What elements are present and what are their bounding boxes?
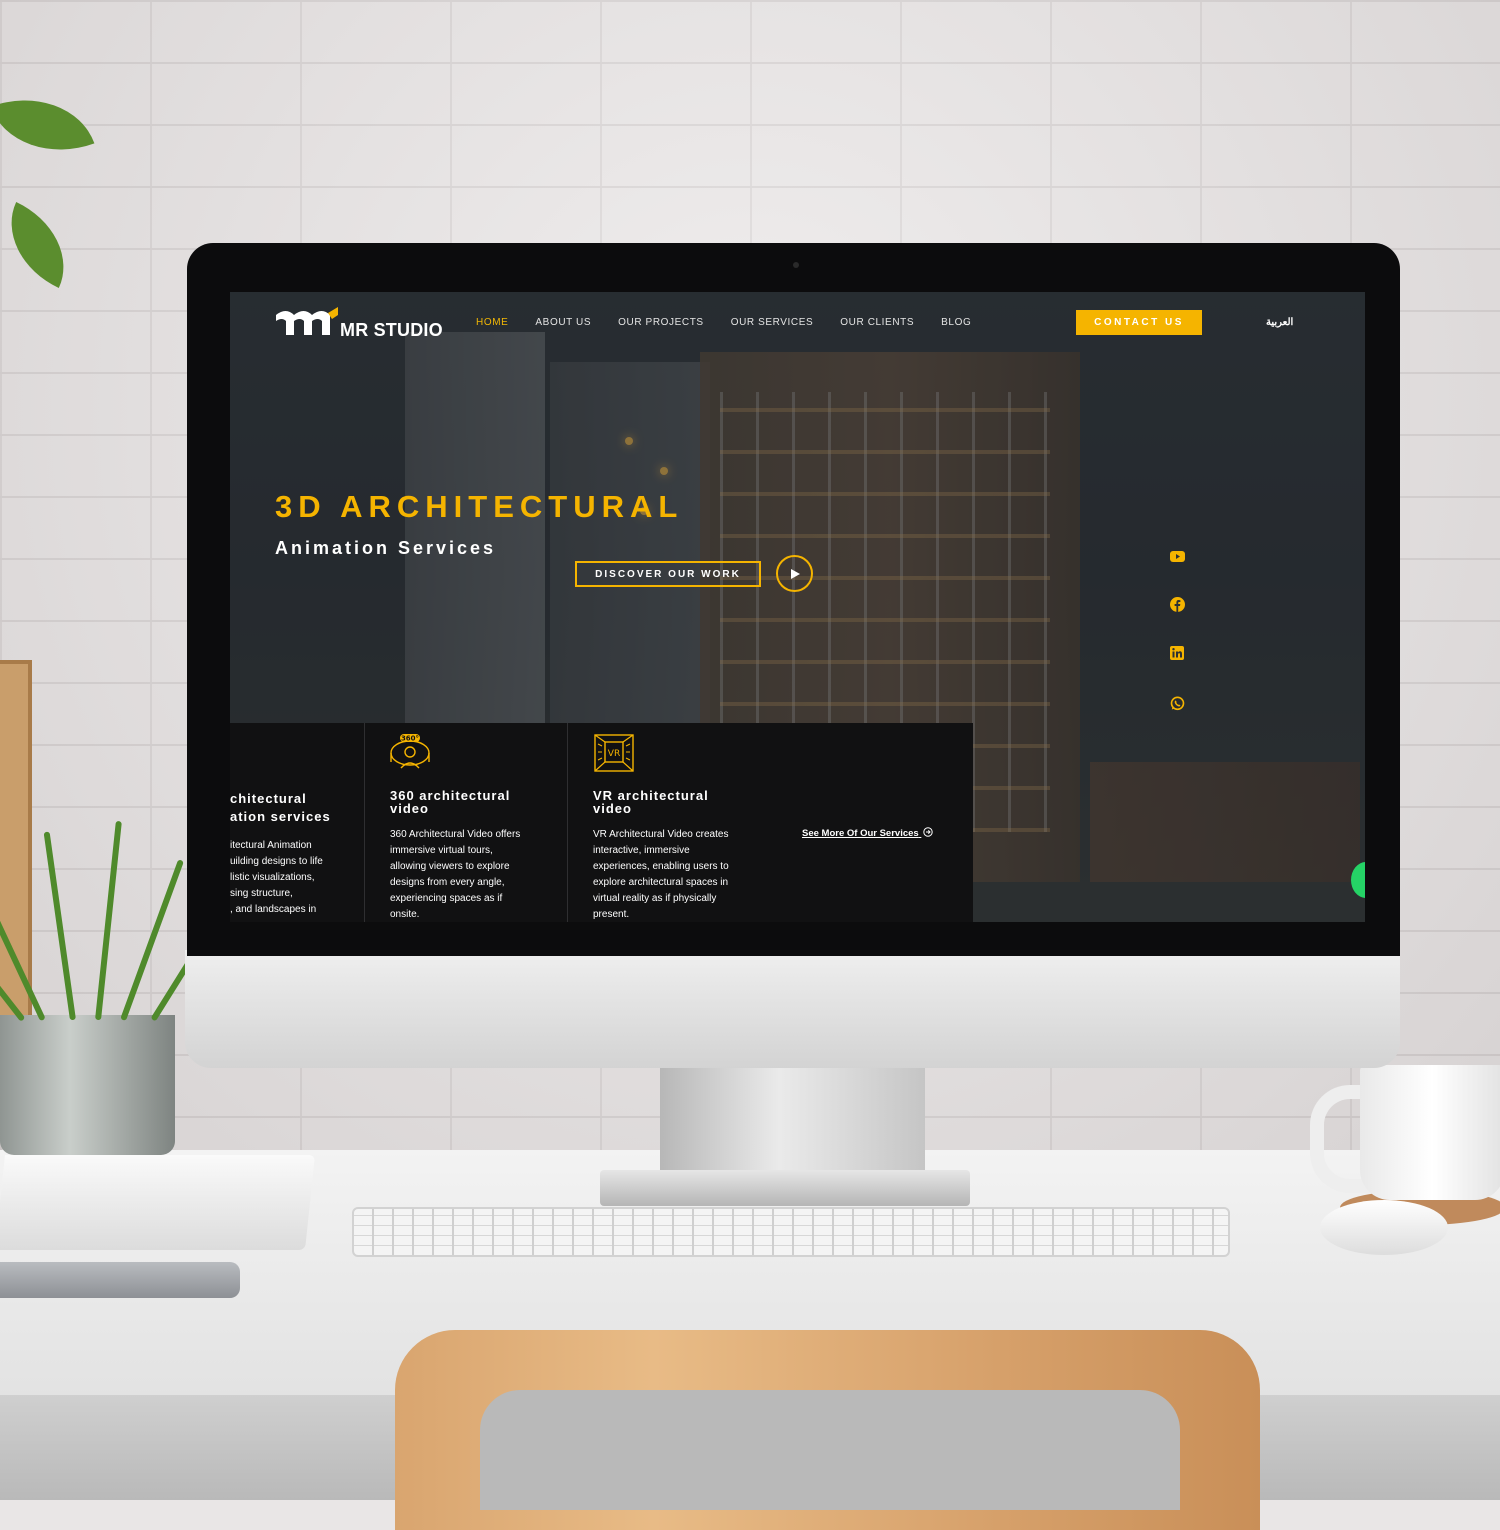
service-description-line: allowing viewers to explore [390, 861, 510, 872]
service-description: itectural Animation uilding designs to l… [230, 838, 323, 918]
website-screen: MR STUDIO HOME ABOUT US OUR PROJECTS OUR… [230, 292, 1365, 922]
picture-frame [0, 660, 32, 1028]
keyboard [352, 1207, 1230, 1257]
service-description: 360 Architectural Video offers immersive… [390, 827, 520, 922]
play-video-button[interactable] [776, 555, 813, 592]
nav-our-services[interactable]: OUR SERVICES [731, 317, 814, 328]
service-description-line: experiencing spaces as if [390, 893, 503, 904]
service-description-line: VR Architectural Video creates [593, 829, 729, 840]
service-title-line: video [390, 801, 429, 816]
service-description-line: itectural Animation [230, 840, 312, 851]
nav-home[interactable]: HOME [476, 317, 508, 328]
papers-stack [0, 1155, 315, 1250]
nav-our-clients[interactable]: OUR CLIENTS [840, 317, 914, 328]
service-description-line: designs from every angle, [390, 877, 505, 888]
service-description-line: 360 Architectural Video offers [390, 829, 521, 840]
play-icon [790, 568, 800, 579]
whatsapp-icon[interactable] [1169, 695, 1185, 711]
logo-mark-icon [276, 307, 338, 335]
service-title: VR architectural video [593, 789, 709, 815]
service-description-line: experiences, enabling users to [593, 861, 729, 872]
vr-icon: VR [594, 734, 634, 772]
service-card[interactable]: chitectural ation services itectural Ani… [230, 723, 365, 922]
service-title-line: chitectural [230, 791, 307, 806]
site-logo[interactable]: MR STUDIO [276, 307, 443, 340]
service-description-line: interactive, immersive [593, 845, 690, 856]
nav-blog[interactable]: BLOG [941, 317, 971, 328]
plant-pot [0, 1015, 175, 1155]
service-title-line: ation services [230, 809, 331, 824]
chair-gap [480, 1390, 1180, 1510]
arrow-circle-right-icon [923, 827, 934, 837]
hero-title: 3D ARCHITECTURAL [275, 489, 684, 524]
service-description: VR Architectural Video creates interacti… [593, 827, 729, 922]
service-description-line: present. [593, 909, 630, 920]
service-description-line: onsite. [390, 909, 420, 920]
see-more-label: See More Of Our Services [802, 828, 919, 839]
service-title: chitectural ation services [230, 792, 331, 823]
service-description-line: virtual reality as if physically [593, 893, 717, 904]
service-card[interactable]: 360° 360 architectural video 360 Archite… [364, 723, 568, 922]
coffee-mug [1360, 1065, 1500, 1200]
facebook-icon[interactable] [1169, 596, 1185, 612]
service-description-line: listic visualizations, [230, 872, 315, 883]
services-panel: chitectural ation services itectural Ani… [230, 723, 973, 922]
language-switch[interactable]: العربية [1266, 317, 1293, 328]
mouse [1320, 1200, 1448, 1255]
logo-text: MR STUDIO [340, 320, 443, 340]
contact-us-button[interactable]: CONTACT US [1076, 310, 1202, 335]
svg-text:VR: VR [608, 749, 620, 759]
service-card[interactable]: VR VR architectural video VR Architectur… [567, 723, 770, 922]
camera-icon [793, 262, 799, 268]
monitor-stand-foot [600, 1170, 970, 1206]
svg-text:360°: 360° [401, 735, 419, 743]
nav-our-projects[interactable]: OUR PROJECTS [618, 317, 704, 328]
main-nav: HOME ABOUT US OUR PROJECTS OUR SERVICES … [476, 317, 971, 328]
youtube-icon[interactable] [1169, 548, 1185, 564]
service-description-line: sing structure, [230, 888, 293, 899]
service-description-line: uilding designs to life [230, 856, 323, 867]
service-description-line: explore architectural spaces in [593, 877, 729, 888]
service-title: 360 architectural video [390, 789, 510, 815]
monitor-chin [185, 950, 1400, 1068]
service-title-line: video [593, 801, 632, 816]
see-more-services-link[interactable]: See More Of Our Services [802, 827, 934, 839]
service-description-line: immersive virtual tours, [390, 845, 493, 856]
nav-about-us[interactable]: ABOUT US [535, 317, 591, 328]
service-description-line: , and landscapes in [230, 904, 317, 915]
discover-our-work-button[interactable]: DISCOVER OUR WORK [575, 561, 761, 587]
360-video-icon: 360° [390, 734, 430, 769]
linkedin-icon[interactable] [1169, 645, 1185, 661]
hero-subtitle: Animation Services [275, 538, 497, 558]
tablet [0, 1262, 240, 1298]
